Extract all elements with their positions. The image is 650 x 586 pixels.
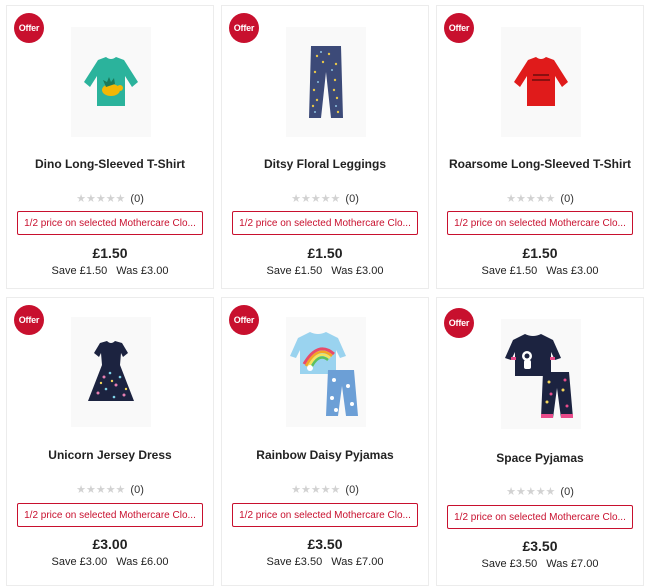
price-savings: Save £1.50 Was £3.00 [437,265,643,277]
product-name[interactable]: Rainbow Daisy Pyjamas [222,448,428,462]
star-rating-icon: ★★★★★ [506,193,556,205]
product-price: £3.00 [92,536,128,552]
product-name[interactable]: Dino Long-Sleeved T-Shirt [7,157,213,171]
product-price: £3.50 [522,538,558,554]
offer-badge: Offer [229,305,259,335]
product-rating: ★★★★★ (0) [437,485,643,499]
product-rating: ★★★★★ (0) [7,192,213,206]
offer-badge: Offer [444,13,474,43]
product-card[interactable]: Offer Rainbow Daisy Pyjamas ★★★★★ (0) 1/… [221,297,429,586]
product-card[interactable]: Offer Space Pyjamas ★★★★★ (0) 1/2 price … [436,297,644,586]
save-amount: Save £1.50 [51,265,108,277]
product-image[interactable] [286,317,366,427]
was-price: Was £3.00 [116,265,169,277]
was-price: Was £3.00 [546,265,599,277]
red-tshirt-icon [514,57,568,106]
product-image[interactable] [501,319,581,429]
floral-leggings-icon [309,46,343,118]
price-savings: Save £3.50 Was £7.00 [222,556,428,568]
review-count: (0) [345,483,359,496]
offer-badge: Offer [229,13,259,43]
product-price: £1.50 [92,245,128,261]
star-rating-icon: ★★★★★ [291,193,341,205]
was-price: Was £6.00 [116,556,169,568]
promo-button[interactable]: 1/2 price on selected Mothercare Clo... [17,211,203,235]
product-card[interactable]: Offer Unicorn Jersey Dress ★★★★★ (0) 1/2… [6,297,214,586]
save-amount: Save £1.50 [266,265,323,277]
product-price: £3.50 [307,536,343,552]
save-amount: Save £3.50 [481,558,538,570]
product-card[interactable]: Offer Ditsy Floral Leggings ★★★★★ (0) 1/… [221,5,429,289]
rainbow-pyjamas-icon [290,332,358,416]
review-count: (0) [130,192,144,205]
price-savings: Save £1.50 Was £3.00 [222,265,428,277]
review-count: (0) [345,192,359,205]
promo-button[interactable]: 1/2 price on selected Mothercare Clo... [232,503,418,527]
product-rating: ★★★★★ (0) [437,192,643,206]
price-savings: Save £3.50 Was £7.00 [437,558,643,570]
product-price: £1.50 [522,245,558,261]
was-price: Was £7.00 [331,556,384,568]
offer-badge: Offer [14,13,44,43]
offer-badge: Offer [14,305,44,335]
promo-button[interactable]: 1/2 price on selected Mothercare Clo... [447,211,633,235]
promo-button[interactable]: 1/2 price on selected Mothercare Clo... [17,503,203,527]
save-amount: Save £3.50 [266,556,323,568]
price-savings: Save £3.00 Was £6.00 [7,556,213,568]
product-card[interactable]: Offer Roarsome Long-Sleeved T-Shirt ★★★★… [436,5,644,289]
star-rating-icon: ★★★★★ [76,193,126,205]
product-image[interactable] [71,27,151,137]
product-image[interactable] [501,27,581,137]
save-amount: Save £1.50 [481,265,538,277]
product-rating: ★★★★★ (0) [222,192,428,206]
product-name[interactable]: Ditsy Floral Leggings [222,157,428,171]
teal-dino-tshirt-icon [84,57,138,106]
product-price: £1.50 [307,245,343,261]
price-savings: Save £1.50 Was £3.00 [7,265,213,277]
product-name[interactable]: Space Pyjamas [437,451,643,465]
product-image[interactable] [286,27,366,137]
promo-button[interactable]: 1/2 price on selected Mothercare Clo... [232,211,418,235]
star-rating-icon: ★★★★★ [76,484,126,496]
save-amount: Save £3.00 [51,556,108,568]
star-rating-icon: ★★★★★ [506,486,556,498]
review-count: (0) [560,485,574,498]
product-name[interactable]: Roarsome Long-Sleeved T-Shirt [437,157,643,171]
product-name[interactable]: Unicorn Jersey Dress [7,448,213,462]
was-price: Was £3.00 [331,265,384,277]
review-count: (0) [560,192,574,205]
review-count: (0) [130,483,144,496]
product-card[interactable]: Offer Dino Long-Sleeved T-Shirt ★★★★★ (0… [6,5,214,289]
product-rating: ★★★★★ (0) [7,483,213,497]
navy-unicorn-dress-icon [88,341,134,401]
product-rating: ★★★★★ (0) [222,483,428,497]
space-pyjamas-icon [505,334,573,418]
offer-badge: Offer [444,308,474,338]
was-price: Was £7.00 [546,558,599,570]
promo-button[interactable]: 1/2 price on selected Mothercare Clo... [447,505,633,529]
star-rating-icon: ★★★★★ [291,484,341,496]
product-image[interactable] [71,317,151,427]
